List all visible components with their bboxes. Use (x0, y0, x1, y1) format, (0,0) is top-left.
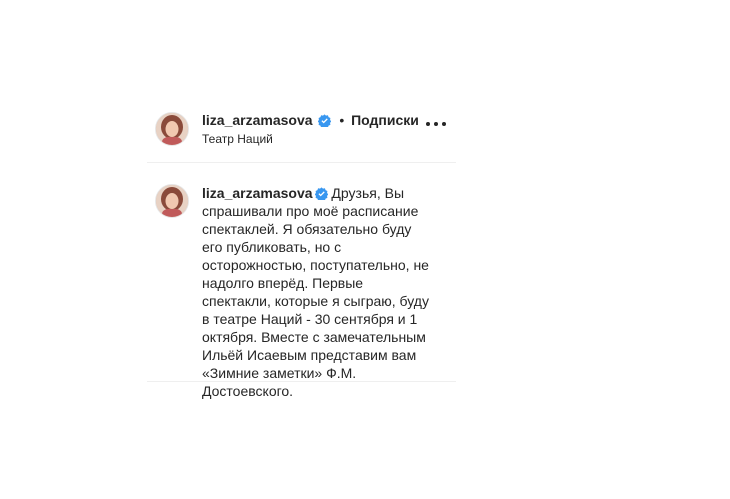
following-button[interactable]: Подписки (351, 112, 419, 128)
header-title-line: liza_arzamasova • Подписки (202, 112, 419, 128)
location-link[interactable]: Театр Наций (202, 132, 273, 146)
header-username[interactable]: liza_arzamasova (202, 112, 313, 128)
caption-username[interactable]: liza_arzamasova (202, 185, 313, 201)
caption-body: liza_arzamasova Друзья, Вы спрашивали пр… (202, 184, 432, 400)
avatar[interactable] (155, 184, 189, 218)
caption-divider (147, 381, 456, 382)
post-header: liza_arzamasova • Подписки Театр Наций (147, 100, 456, 162)
avatar-image (156, 113, 188, 145)
separator-dot: • (339, 112, 345, 128)
verified-badge-icon (314, 187, 328, 200)
avatar[interactable] (155, 112, 189, 146)
post-panel: liza_arzamasova • Подписки Театр Наций l… (0, 0, 730, 499)
avatar-image (156, 185, 188, 217)
caption-text: Друзья, Вы спрашивали про моё расписание… (202, 185, 433, 399)
more-options-icon[interactable] (426, 116, 446, 132)
verified-badge-icon (318, 114, 332, 127)
header-divider (147, 162, 456, 163)
